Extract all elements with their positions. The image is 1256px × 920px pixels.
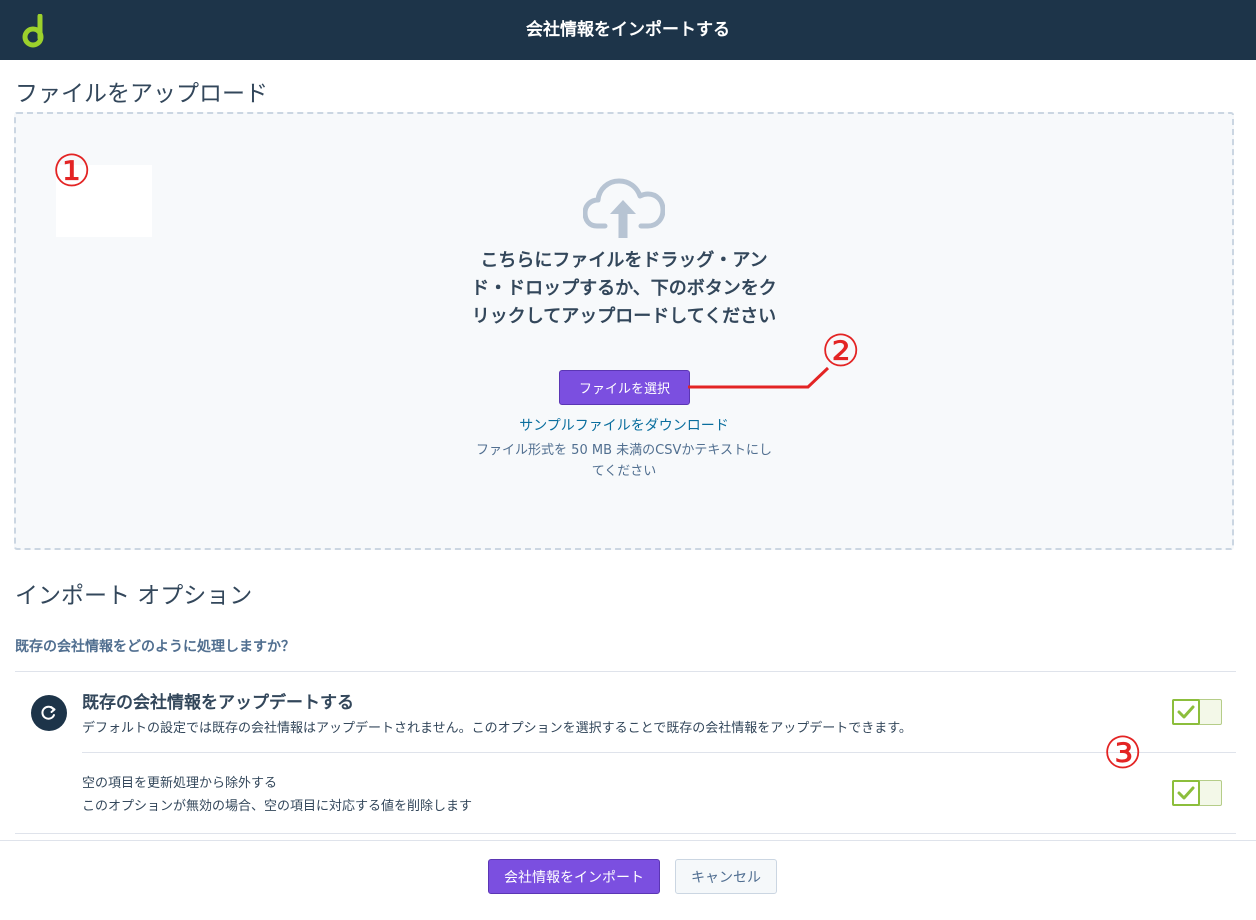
choose-file-button[interactable]: ファイルを選択: [559, 370, 690, 405]
exclude-empty-toggle[interactable]: [1172, 780, 1222, 806]
option-update-existing-description: デフォルトの設定では既存の会社情報はアップデートされません。このオプションを選択…: [82, 721, 912, 736]
footer-divider: [0, 840, 1256, 841]
import-options-heading: インポート オプション: [15, 583, 253, 609]
cloud-upload-icon: [583, 178, 665, 238]
file-format-note: ファイル形式を 50 MB 未満のCSVかテキストにしてください: [476, 443, 772, 479]
option-exclude-empty-title: 空の項目を更新処理から除外する: [82, 776, 278, 791]
update-existing-toggle[interactable]: [1172, 699, 1222, 725]
cancel-button[interactable]: キャンセル: [675, 859, 777, 894]
annotation-marker-3: ③: [1103, 728, 1143, 779]
divider: [15, 833, 1236, 834]
drop-instructions: こちらにファイルをドラッグ・アンド・ドロップするか、下のボタンをクリックしてアッ…: [471, 250, 777, 327]
file-dropzone[interactable]: こちらにファイルをドラッグ・アンド・ドロップするか、下のボタンをクリックしてアッ…: [14, 112, 1234, 550]
sample-file-download-link[interactable]: サンプルファイルをダウンロード: [436, 415, 812, 435]
option-update-existing-title: 既存の会社情報をアップデートする: [82, 693, 354, 713]
check-icon: [1177, 705, 1195, 719]
check-icon: [1177, 786, 1195, 800]
refresh-icon: [31, 695, 67, 731]
dialog-title: 会社情報をインポートする: [526, 20, 730, 40]
import-companies-button[interactable]: 会社情報をインポート: [488, 859, 660, 894]
divider: [82, 752, 1236, 753]
top-bar: 会社情報をインポートする: [0, 0, 1256, 60]
divider: [15, 671, 1236, 672]
existing-records-question: 既存の会社情報をどのように処理しますか？: [15, 639, 295, 655]
upload-heading: ファイルをアップロード: [15, 81, 268, 107]
option-exclude-empty-description: このオプションが無効の場合、空の項目に対応する値を削除します: [82, 799, 473, 814]
annotation-marker-2: ②: [821, 326, 861, 377]
annotation-marker-1: ①: [52, 146, 92, 197]
